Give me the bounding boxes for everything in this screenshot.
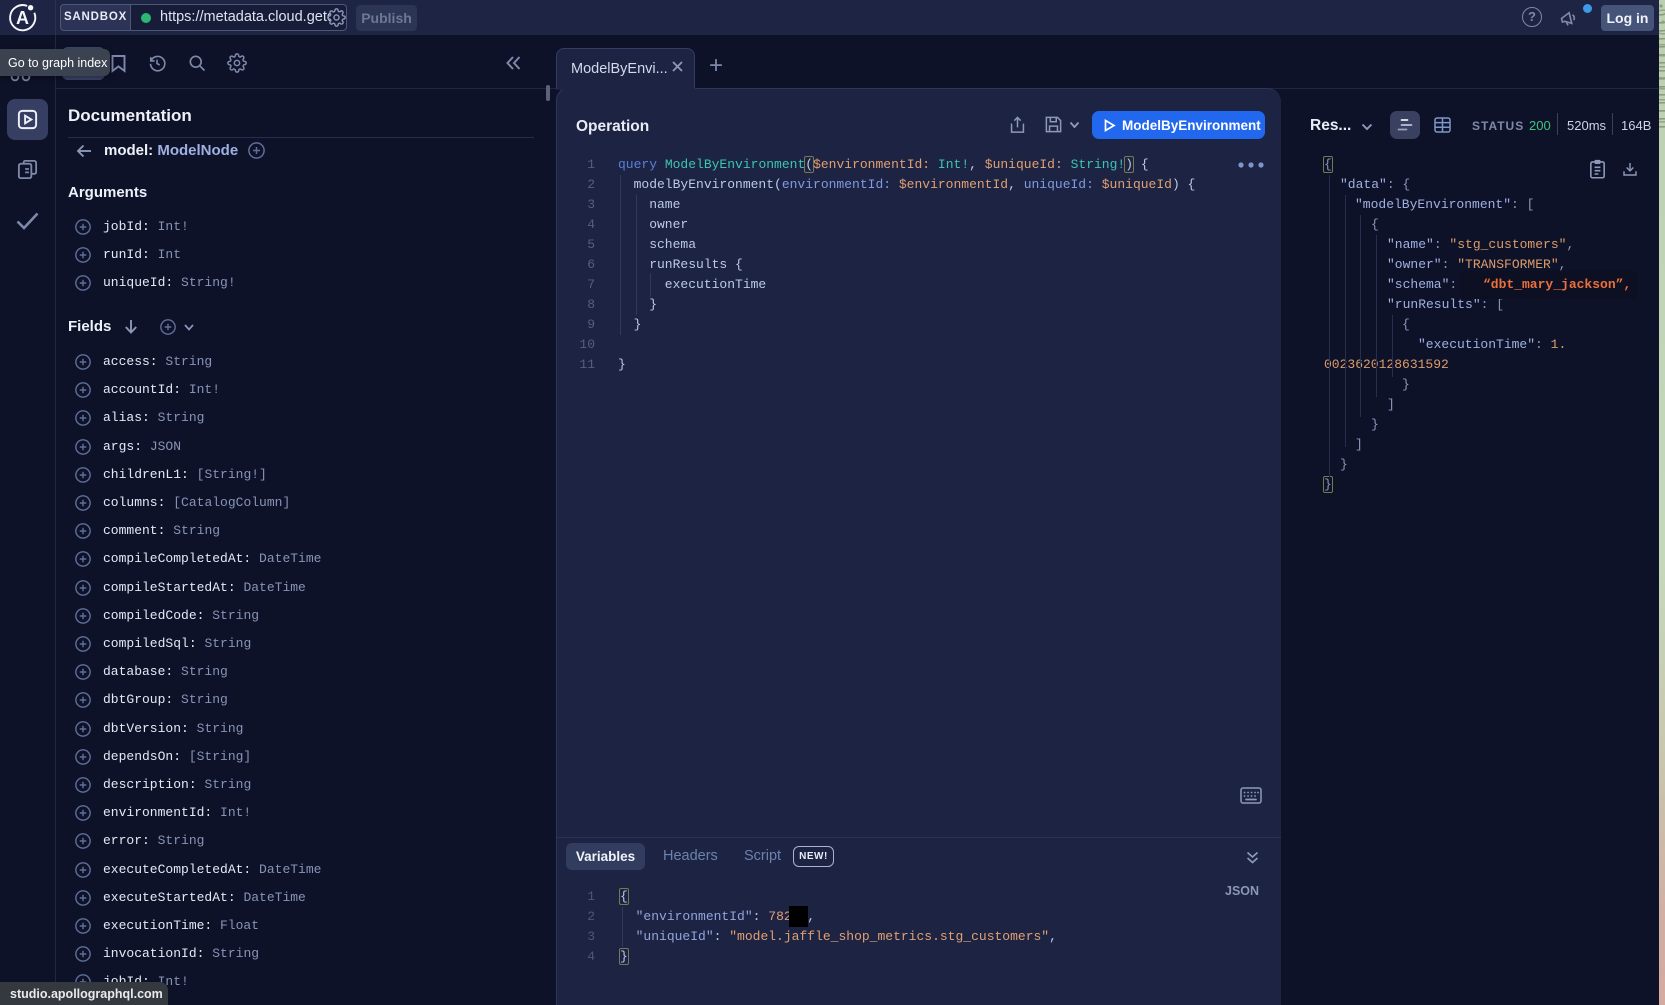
svg-text:A: A (16, 8, 29, 28)
